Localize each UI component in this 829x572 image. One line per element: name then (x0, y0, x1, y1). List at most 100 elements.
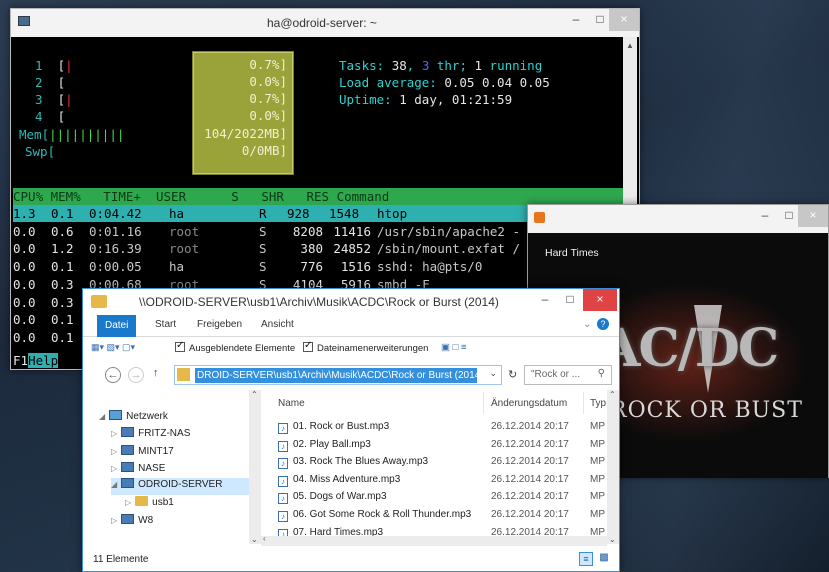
up-icon[interactable]: ↑ (153, 367, 159, 379)
hidden-items-checkbox[interactable]: Ausgeblendete Elemente (175, 340, 295, 354)
file-name: 05. Dogs of War.mp3 (293, 491, 387, 503)
process-table-header[interactable]: CPU% MEM% TIME+ USER S SHR RES Command (13, 188, 625, 205)
file-type: MP (590, 491, 605, 503)
audio-file-icon: ♪ (278, 458, 288, 470)
item-count: 11 Elemente (93, 554, 149, 565)
file-date: 26.12.2014 20:17 (491, 421, 569, 432)
computer-icon (121, 427, 135, 437)
collapsed-arrow-icon[interactable]: ▷ (125, 498, 131, 507)
column-type[interactable]: Typ (590, 398, 606, 409)
file-row[interactable]: ♪ 02. Play Ball.mp3 26.12.2014 20:17 MP (273, 439, 613, 457)
details-view-icon[interactable]: ≡ (579, 552, 593, 566)
nav-item-label: NASE (138, 463, 166, 474)
address-text[interactable]: DROID-SERVER\usb1\Archiv\Musik\ACDC\Rock… (195, 368, 477, 383)
column-divider[interactable] (483, 392, 484, 414)
file-name: 03. Rock The Blues Away.mp3 (293, 456, 429, 468)
nav-item[interactable]: ▷ usb1 (125, 496, 174, 508)
scroll-up-icon[interactable]: ▲ (626, 41, 634, 50)
audio-file-icon: ♪ (278, 493, 288, 505)
process-row[interactable]: 1.3 0.1 0:04.42 ha R 928 1548 htop (13, 205, 577, 222)
now-playing-title: Hard Times (545, 247, 599, 259)
navigation-pane[interactable]: ◢ Netzwerk ▷ FRITZ-NAS ▷ MINT17 ▷ NASE ◢ ODROID-S… (83, 390, 261, 544)
file-date: 26.12.2014 20:17 (491, 491, 569, 503)
nav-scrollbar[interactable]: ⌃ ⌄ (249, 390, 261, 544)
folder-icon (91, 295, 107, 308)
nav-item[interactable]: ▷ FRITZ-NAS (111, 427, 190, 439)
file-name: 04. Miss Adventure.mp3 (293, 473, 401, 485)
tab-start[interactable]: Start (155, 319, 176, 330)
media-player-titlebar[interactable]: – □ × (528, 205, 828, 233)
forward-icon[interactable]: → (128, 367, 144, 383)
computer-icon (121, 514, 135, 524)
cpu-row-1: 1 [| (35, 58, 73, 73)
file-explorer-window[interactable]: \\ODROID-SERVER\usb1\Archiv\Musik\ACDC\R… (82, 288, 620, 572)
tab-datei[interactable]: Datei (97, 315, 137, 337)
nav-item[interactable]: ▷ NASE (111, 462, 165, 474)
nav-item[interactable]: ▷ MINT17 (111, 445, 174, 457)
collapsed-arrow-icon[interactable]: ▷ (111, 429, 117, 438)
file-type: MP (590, 473, 605, 485)
file-row[interactable]: ♪ 03. Rock The Blues Away.mp3 26.12.2014 2… (273, 456, 613, 474)
chevron-down-icon[interactable]: ⌄ (489, 368, 497, 379)
horizontal-scrollbar[interactable]: ‹ (261, 534, 607, 546)
column-date[interactable]: Änderungsdatum (491, 398, 567, 409)
process-row[interactable]: 0.0 0.1 0:00.05 ha S 776 1516 sshd: ha@pts/0 (13, 258, 577, 275)
cpu-row-4: 4 [ (35, 109, 66, 124)
file-row[interactable]: ♪ 06. Got Some Rock & Roll Thunder.mp3 26.… (273, 509, 613, 527)
band-logo: AC/DC (600, 318, 779, 379)
collapsed-arrow-icon[interactable]: ▷ (111, 464, 117, 473)
terminal-titlebar[interactable]: ha@odroid-server: ~ – □ × (11, 9, 639, 37)
process-row[interactable]: 0.0 0.6 0:01.16 root S 8208 11416/usr/sbin/apa… (13, 223, 577, 240)
tiles-view-icon[interactable]: ▩ (597, 552, 611, 566)
view-toggle-icon[interactable]: ▣ □ ≡ (441, 342, 467, 353)
computer-icon (121, 445, 135, 455)
file-row[interactable]: ♪ 01. Rock or Bust.mp3 26.12.2014 20:17 MP (273, 421, 613, 439)
close-icon[interactable]: × (609, 9, 639, 31)
refresh-icon[interactable]: ↻ (508, 368, 517, 381)
collapsed-arrow-icon[interactable]: ▷ (111, 447, 117, 456)
file-row[interactable]: ♪ 04. Miss Adventure.mp3 26.12.2014 20:17 M… (273, 474, 613, 492)
mem-meter: Mem[|||||||||| (19, 127, 125, 142)
process-row[interactable]: 0.0 1.2 0:16.39 root S 380 24852/sbin/mount.ex… (13, 240, 577, 257)
tab-ansicht[interactable]: Ansicht (261, 319, 294, 330)
player-app-icon (534, 212, 545, 223)
file-row[interactable]: ♪ 05. Dogs of War.mp3 26.12.2014 20:17 MP (273, 491, 613, 509)
nav-item[interactable]: ◢ Netzwerk (99, 410, 168, 422)
nav-item-label: MINT17 (138, 446, 174, 457)
column-divider[interactable] (583, 392, 584, 414)
layout-options-icon[interactable]: ▦▾ ▧▾ ▢▾ (91, 342, 135, 353)
ribbon-expand-icon[interactable]: ⌄ (583, 319, 591, 330)
address-bar[interactable]: DROID-SERVER\usb1\Archiv\Musik\ACDC\Rock… (174, 365, 502, 385)
file-name: 06. Got Some Rock & Roll Thunder.mp3 (293, 509, 472, 520)
nav-item-label: usb1 (152, 497, 174, 508)
terminal-title: ha@odroid-server: ~ (267, 16, 377, 30)
expanded-arrow-icon[interactable]: ◢ (99, 412, 105, 421)
close-icon[interactable]: × (583, 289, 617, 311)
close-icon[interactable]: × (798, 205, 828, 227)
file-scrollbar[interactable]: ⌃ ⌄ (607, 390, 619, 544)
maximize-icon[interactable]: □ (555, 289, 585, 311)
file-extensions-checkbox[interactable]: Dateinamenerweiterungen (303, 340, 428, 354)
nav-item-label: W8 (138, 515, 154, 526)
expanded-arrow-icon[interactable]: ◢ (111, 480, 117, 489)
nav-item-label: Netzwerk (126, 411, 168, 422)
status-bar: 11 Elemente ≡ ▩ (83, 547, 619, 571)
file-list[interactable]: Name Änderungsdatum Typ ♪ 01. Rock or Bus… (273, 390, 619, 544)
back-icon[interactable]: ← (105, 367, 121, 383)
audio-file-icon: ♪ (278, 440, 288, 452)
nav-item[interactable]: ◢ ODROID-SERVER (111, 478, 261, 495)
explorer-titlebar[interactable]: \\ODROID-SERVER\usb1\Archiv\Musik\ACDC\R… (83, 289, 619, 315)
collapsed-arrow-icon[interactable]: ▷ (111, 516, 117, 525)
nav-item[interactable]: ▷ W8 (111, 514, 153, 526)
computer-icon (121, 462, 135, 472)
file-type: MP (590, 438, 605, 450)
search-input[interactable]: "Rock or ... ⚲ (524, 365, 612, 385)
file-type: MP (590, 456, 605, 468)
help-icon[interactable]: ? (597, 318, 609, 330)
ribbon-tabs[interactable]: Datei Start Freigeben Ansicht ⌄ ? (83, 315, 619, 337)
column-name[interactable]: Name (278, 398, 305, 409)
computer-icon (121, 478, 135, 488)
search-icon[interactable]: ⚲ (598, 368, 605, 379)
tab-freigeben[interactable]: Freigeben (197, 319, 242, 330)
function-key-bar[interactable]: F1Help (13, 352, 59, 369)
